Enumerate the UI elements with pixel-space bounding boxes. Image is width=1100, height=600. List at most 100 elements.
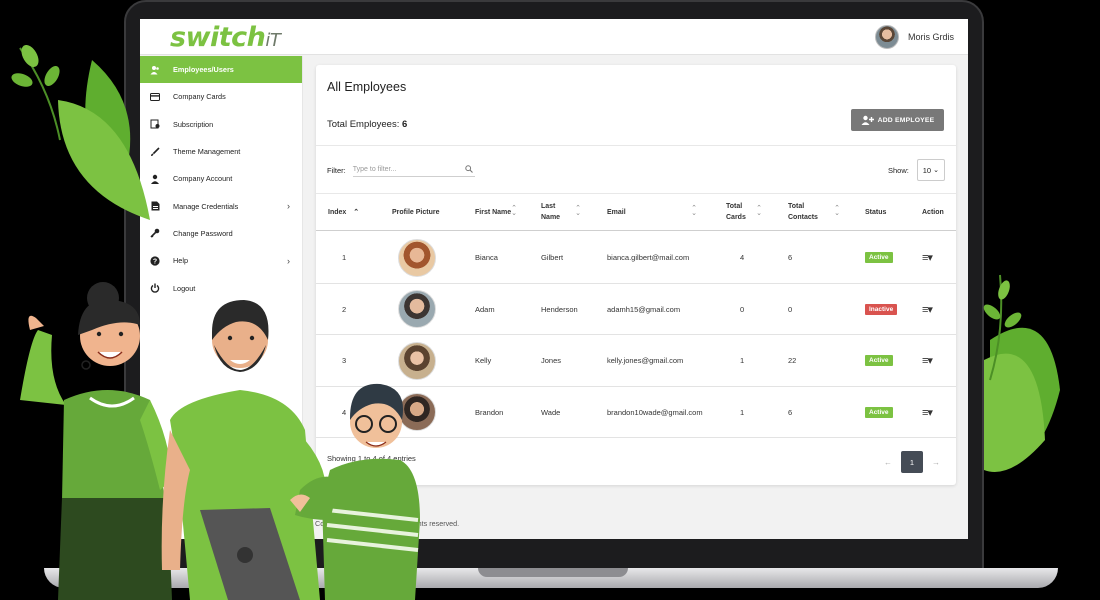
filter-input[interactable]: Type to filter... <box>352 163 475 177</box>
cell-last-name: Henderson <box>541 304 578 314</box>
cell-last-name: Jones <box>541 356 562 366</box>
page-size-value: 10 <box>922 165 932 175</box>
users-icon <box>150 65 160 75</box>
row-menu-icon[interactable]: ≡▾ <box>922 354 933 367</box>
profile-picture <box>398 238 436 277</box>
sort-icon[interactable]: ⌃ ⌄ <box>574 205 582 217</box>
row-menu-icon[interactable]: ≡▾ <box>922 303 933 316</box>
sidebar-item-company-account[interactable]: Company Account <box>140 165 302 192</box>
top-bar: switchiT Moris Grdis <box>140 19 968 55</box>
add-employee-button[interactable]: ADD EMPLOYEE <box>851 109 944 131</box>
file-icon <box>150 201 160 211</box>
column-total-contacts[interactable]: Total Contacts <box>788 193 826 231</box>
marketing-stage: switchiT Moris Grdis Employees/Users Com… <box>0 0 1100 600</box>
cell-status: Inactive <box>865 284 898 336</box>
column-label: Email <box>607 208 626 216</box>
column-label: Total Cards <box>726 203 746 221</box>
column-label: Profile Picture <box>392 208 440 216</box>
column-status: Status <box>865 193 886 231</box>
sidebar-item-label: Theme Management <box>173 147 241 157</box>
column-first-name[interactable]: First Name <box>475 193 513 231</box>
row-menu-icon[interactable]: ≡▾ <box>922 251 933 264</box>
table-header: Index ⌃ Profile Picture First Name ⌃ ⌄ Las… <box>316 193 956 231</box>
column-label: Last Name <box>541 203 561 221</box>
sort-icon[interactable]: ⌃ ⌄ <box>755 205 763 217</box>
key-icon <box>150 228 160 238</box>
svg-text:?: ? <box>153 258 157 265</box>
sort-icon[interactable]: ⌃ ⌄ <box>690 205 698 217</box>
column-last-name[interactable]: Last Name <box>541 193 575 231</box>
cell-total-cards: 1 <box>740 356 745 366</box>
sidebar-item-subscription[interactable]: Subscription <box>140 111 302 138</box>
sidebar-item-employees[interactable]: Employees/Users <box>140 56 302 84</box>
brand-logo[interactable]: switchiT <box>170 22 281 53</box>
cell-first-name: Bianca <box>475 253 498 263</box>
table-row: 3 Kelly Jones kelly.jones@gmail.com 1 22… <box>316 335 956 387</box>
column-email[interactable]: Email <box>607 193 626 231</box>
cell-profile-picture <box>398 284 436 336</box>
page-next-button[interactable]: → <box>932 458 940 467</box>
entries-info: Showing 1 to 4 of 4 entries <box>327 454 416 463</box>
filter-placeholder: Type to filter... <box>352 166 397 173</box>
sort-icon[interactable]: ⌃ ⌄ <box>510 205 518 217</box>
sidebar-item-logout[interactable]: Logout <box>140 274 302 301</box>
cell-profile-picture <box>398 387 436 439</box>
sidebar-item-label: Subscription <box>173 119 214 129</box>
column-label: Total Contacts <box>788 203 818 221</box>
cell-last-name: Wade <box>541 407 561 417</box>
cell-email: brandon10wade@gmail.com <box>607 407 703 417</box>
help-icon: ? <box>150 256 160 266</box>
chevron-right-icon: › <box>287 255 290 266</box>
column-label: Status <box>865 208 887 216</box>
sidebar-item-theme[interactable]: Theme Management <box>140 138 302 165</box>
page-button-current[interactable]: 1 <box>901 451 923 473</box>
column-profile-picture: Profile Picture <box>392 193 439 231</box>
chevron-down-icon: ⌄ <box>933 167 939 174</box>
sidebar-item-change-password[interactable]: Change Password <box>140 220 302 247</box>
sort-asc-icon: ⌃ <box>353 208 360 216</box>
sidebar-item-label: Logout <box>173 283 196 293</box>
card-icon <box>150 92 160 102</box>
cell-last-name: Gilbert <box>541 253 564 263</box>
pagination: ← 1 → <box>884 451 940 473</box>
sort-icon[interactable]: ⌃ ⌄ <box>833 205 841 217</box>
logo-suffix: iT <box>265 30 281 51</box>
status-badge: Active <box>865 252 893 264</box>
sidebar-item-company-cards[interactable]: Company Cards <box>140 83 302 110</box>
cell-first-name: Kelly <box>475 356 492 366</box>
column-index[interactable]: Index ⌃ <box>328 193 359 231</box>
divider <box>316 145 956 146</box>
cell-status: Active <box>865 335 893 387</box>
cell-action: ≡▾ <box>922 284 933 336</box>
sidebar-item-help[interactable]: ? Help › <box>140 247 302 274</box>
row-menu-icon[interactable]: ≡▾ <box>922 406 933 419</box>
cell-total-cards: 0 <box>740 304 745 314</box>
total-value: 6 <box>401 119 408 130</box>
add-user-icon <box>861 115 874 125</box>
cell-first-name: Adam <box>475 304 495 314</box>
cell-action: ≡▾ <box>922 387 933 439</box>
cell-profile-picture <box>398 335 436 387</box>
cell-total-cards: 4 <box>740 253 745 263</box>
user-menu[interactable]: Moris Grdis <box>874 25 954 49</box>
subscription-icon <box>150 119 160 129</box>
cell-email: adamh15@gmail.com <box>607 304 681 314</box>
show-label: Show: <box>888 165 909 175</box>
page-prev-button[interactable]: ← <box>884 458 892 467</box>
cell-total-contacts: 6 <box>788 407 793 417</box>
sidebar: Employees/Users Company Cards Subscripti… <box>140 56 303 539</box>
profile-picture <box>398 341 436 380</box>
page-size-select[interactable]: 10 ⌄ <box>916 159 945 181</box>
cell-status: Active <box>865 387 893 439</box>
table-row: 1 Bianca Gilbert bianca.gilbert@mail.com… <box>316 232 956 284</box>
sidebar-item-label: Company Account <box>173 174 233 184</box>
total-employees: Total Employees: 6 <box>327 119 407 130</box>
search-icon <box>465 165 473 175</box>
status-badge: Active <box>865 406 893 418</box>
sidebar-item-manage-credentials[interactable]: Manage Credentials › <box>140 192 302 219</box>
cell-status: Active <box>865 232 893 284</box>
column-total-cards[interactable]: Total Cards <box>726 193 758 231</box>
cell-first-name: Brandon <box>475 407 504 417</box>
avatar[interactable] <box>874 25 899 49</box>
table-row: 2 Adam Henderson adamh15@gmail.com 0 0 I… <box>316 284 956 336</box>
